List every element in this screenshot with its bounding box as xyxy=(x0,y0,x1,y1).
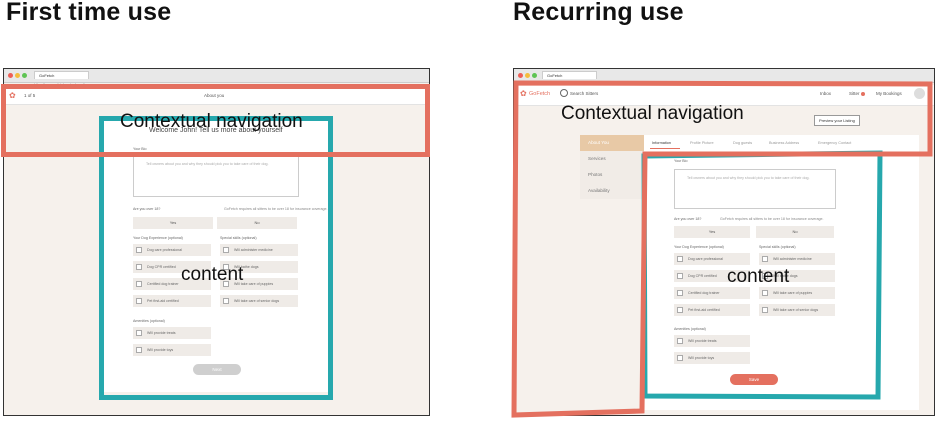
right-contextual-navigation-overlay xyxy=(511,80,933,418)
right-contextual-navigation-label: Contextual navigation xyxy=(561,103,744,124)
right-overlay-outlines xyxy=(511,80,933,418)
right-content-label: content xyxy=(727,266,790,287)
